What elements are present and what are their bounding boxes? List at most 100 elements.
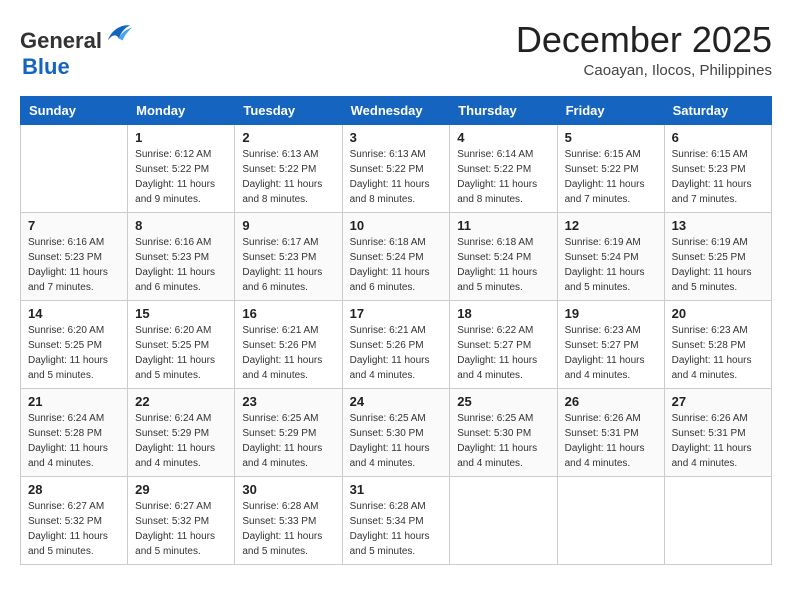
day-info: Sunrise: 6:12 AM Sunset: 5:22 PM Dayligh… <box>135 147 227 207</box>
day-info: Sunrise: 6:15 AM Sunset: 5:22 PM Dayligh… <box>565 147 657 207</box>
day-info: Sunrise: 6:25 AM Sunset: 5:29 PM Dayligh… <box>242 411 334 471</box>
calendar-cell: 27Sunrise: 6:26 AM Sunset: 5:31 PM Dayli… <box>664 389 771 477</box>
calendar-week-row: 1 Sunrise: 6:12 AM Sunset: 5:22 PM Daylig… <box>21 125 772 213</box>
calendar-cell: 11 Sunrise: 6:18 AM Sunset: 5:24 PM Dayli… <box>450 213 557 301</box>
calendar-cell: 1 Sunrise: 6:12 AM Sunset: 5:22 PM Daylig… <box>128 125 235 213</box>
day-number: 26 <box>565 394 657 409</box>
day-info: Sunrise: 6:19 AM Sunset: 5:24 PM Dayligh… <box>565 235 657 295</box>
calendar-cell: 24 Sunrise: 6:25 AM Sunset: 5:30 PM Dayli… <box>342 389 450 477</box>
logo: General Blue <box>20 20 132 80</box>
day-number: 8 <box>135 218 227 233</box>
calendar-cell: 20 Sunrise: 6:23 AM Sunset: 5:28 PM Dayli… <box>664 301 771 389</box>
calendar-week-row: 21 Sunrise: 6:24 AM Sunset: 5:28 PM Dayli… <box>21 389 772 477</box>
calendar-cell: 26 Sunrise: 6:26 AM Sunset: 5:31 PM Dayli… <box>557 389 664 477</box>
day-info: Sunrise: 6:16 AM Sunset: 5:23 PM Dayligh… <box>135 235 227 295</box>
day-number: 30 <box>242 482 334 497</box>
day-info: Sunrise: 6:21 AM Sunset: 5:26 PM Dayligh… <box>350 323 443 383</box>
day-info: Sunrise: 6:23 AM Sunset: 5:28 PM Dayligh… <box>672 323 764 383</box>
day-info: Sunrise: 6:22 AM Sunset: 5:27 PM Dayligh… <box>457 323 549 383</box>
calendar-cell: 5 Sunrise: 6:15 AM Sunset: 5:22 PM Daylig… <box>557 125 664 213</box>
day-info: Sunrise: 6:24 AM Sunset: 5:29 PM Dayligh… <box>135 411 227 471</box>
calendar-cell: 9Sunrise: 6:17 AM Sunset: 5:23 PM Daylig… <box>235 213 342 301</box>
logo-bird-icon <box>104 20 132 48</box>
day-number: 6 <box>672 130 764 145</box>
day-info: Sunrise: 6:24 AM Sunset: 5:28 PM Dayligh… <box>28 411 120 471</box>
logo-text: General Blue <box>20 20 132 80</box>
day-number: 17 <box>350 306 443 321</box>
day-number: 7 <box>28 218 120 233</box>
day-info: Sunrise: 6:18 AM Sunset: 5:24 PM Dayligh… <box>457 235 549 295</box>
calendar-cell: 13 Sunrise: 6:19 AM Sunset: 5:25 PM Dayli… <box>664 213 771 301</box>
location-title: Caoayan, Ilocos, Philippines <box>516 62 772 79</box>
calendar-cell: 16 Sunrise: 6:21 AM Sunset: 5:26 PM Dayli… <box>235 301 342 389</box>
calendar-cell: 3Sunrise: 6:13 AM Sunset: 5:22 PM Daylig… <box>342 125 450 213</box>
weekday-header-monday: Monday <box>128 97 235 125</box>
day-number: 19 <box>565 306 657 321</box>
weekday-header-saturday: Saturday <box>664 97 771 125</box>
day-info: Sunrise: 6:21 AM Sunset: 5:26 PM Dayligh… <box>242 323 334 383</box>
day-number: 21 <box>28 394 120 409</box>
day-number: 29 <box>135 482 227 497</box>
day-info: Sunrise: 6:20 AM Sunset: 5:25 PM Dayligh… <box>28 323 120 383</box>
day-number: 14 <box>28 306 120 321</box>
day-info: Sunrise: 6:26 AM Sunset: 5:31 PM Dayligh… <box>672 411 764 471</box>
day-info: Sunrise: 6:28 AM Sunset: 5:33 PM Dayligh… <box>242 499 334 559</box>
day-info: Sunrise: 6:26 AM Sunset: 5:31 PM Dayligh… <box>565 411 657 471</box>
calendar-cell: 4Sunrise: 6:14 AM Sunset: 5:22 PM Daylig… <box>450 125 557 213</box>
day-number: 5 <box>565 130 657 145</box>
day-number: 20 <box>672 306 764 321</box>
day-number: 2 <box>242 130 334 145</box>
day-number: 10 <box>350 218 443 233</box>
calendar-week-row: 28 Sunrise: 6:27 AM Sunset: 5:32 PM Dayli… <box>21 477 772 565</box>
day-info: Sunrise: 6:15 AM Sunset: 5:23 PM Dayligh… <box>672 147 764 207</box>
day-info: Sunrise: 6:28 AM Sunset: 5:34 PM Dayligh… <box>350 499 443 559</box>
weekday-header-wednesday: Wednesday <box>342 97 450 125</box>
day-number: 12 <box>565 218 657 233</box>
day-number: 18 <box>457 306 549 321</box>
day-info: Sunrise: 6:16 AM Sunset: 5:23 PM Dayligh… <box>28 235 120 295</box>
calendar-cell: 8 Sunrise: 6:16 AM Sunset: 5:23 PM Daylig… <box>128 213 235 301</box>
calendar-cell: 14 Sunrise: 6:20 AM Sunset: 5:25 PM Dayli… <box>21 301 128 389</box>
calendar-cell <box>664 477 771 565</box>
calendar-header-row: SundayMondayTuesdayWednesdayThursdayFrid… <box>21 97 772 125</box>
calendar-week-row: 14 Sunrise: 6:20 AM Sunset: 5:25 PM Dayli… <box>21 301 772 389</box>
day-info: Sunrise: 6:18 AM Sunset: 5:24 PM Dayligh… <box>350 235 443 295</box>
day-number: 25 <box>457 394 549 409</box>
calendar-cell: 12 Sunrise: 6:19 AM Sunset: 5:24 PM Dayli… <box>557 213 664 301</box>
day-info: Sunrise: 6:27 AM Sunset: 5:32 PM Dayligh… <box>135 499 227 559</box>
day-info: Sunrise: 6:23 AM Sunset: 5:27 PM Dayligh… <box>565 323 657 383</box>
day-info: Sunrise: 6:25 AM Sunset: 5:30 PM Dayligh… <box>350 411 443 471</box>
calendar-cell: 6 Sunrise: 6:15 AM Sunset: 5:23 PM Daylig… <box>664 125 771 213</box>
day-number: 3 <box>350 130 443 145</box>
weekday-header-sunday: Sunday <box>21 97 128 125</box>
day-number: 16 <box>242 306 334 321</box>
calendar-cell: 17 Sunrise: 6:21 AM Sunset: 5:26 PM Dayli… <box>342 301 450 389</box>
weekday-header-thursday: Thursday <box>450 97 557 125</box>
day-number: 24 <box>350 394 443 409</box>
day-number: 13 <box>672 218 764 233</box>
calendar-cell: 28Sunrise: 6:27 AM Sunset: 5:32 PM Dayli… <box>21 477 128 565</box>
title-block: December 2025 Caoayan, Ilocos, Philippin… <box>516 20 772 79</box>
calendar-cell: 31 Sunrise: 6:28 AM Sunset: 5:34 PM Dayli… <box>342 477 450 565</box>
calendar-cell: 23 Sunrise: 6:25 AM Sunset: 5:29 PM Dayli… <box>235 389 342 477</box>
day-number: 1 <box>135 130 227 145</box>
day-number: 9 <box>242 218 334 233</box>
calendar-cell: 15Sunrise: 6:20 AM Sunset: 5:25 PM Dayli… <box>128 301 235 389</box>
calendar-cell <box>557 477 664 565</box>
day-number: 23 <box>242 394 334 409</box>
calendar-cell: 10 Sunrise: 6:18 AM Sunset: 5:24 PM Dayli… <box>342 213 450 301</box>
calendar-table: SundayMondayTuesdayWednesdayThursdayFrid… <box>20 96 772 565</box>
day-number: 11 <box>457 218 549 233</box>
calendar-cell <box>450 477 557 565</box>
page-header: General Blue December 2025 Caoayan, Iloc… <box>20 20 772 80</box>
calendar-cell: 21 Sunrise: 6:24 AM Sunset: 5:28 PM Dayli… <box>21 389 128 477</box>
calendar-cell <box>21 125 128 213</box>
calendar-cell: 30 Sunrise: 6:28 AM Sunset: 5:33 PM Dayli… <box>235 477 342 565</box>
day-info: Sunrise: 6:13 AM Sunset: 5:22 PM Dayligh… <box>242 147 334 207</box>
logo-blue: Blue <box>22 54 70 79</box>
day-info: Sunrise: 6:14 AM Sunset: 5:22 PM Dayligh… <box>457 147 549 207</box>
logo-general: General <box>20 28 102 53</box>
day-number: 28 <box>28 482 120 497</box>
day-number: 31 <box>350 482 443 497</box>
day-info: Sunrise: 6:19 AM Sunset: 5:25 PM Dayligh… <box>672 235 764 295</box>
